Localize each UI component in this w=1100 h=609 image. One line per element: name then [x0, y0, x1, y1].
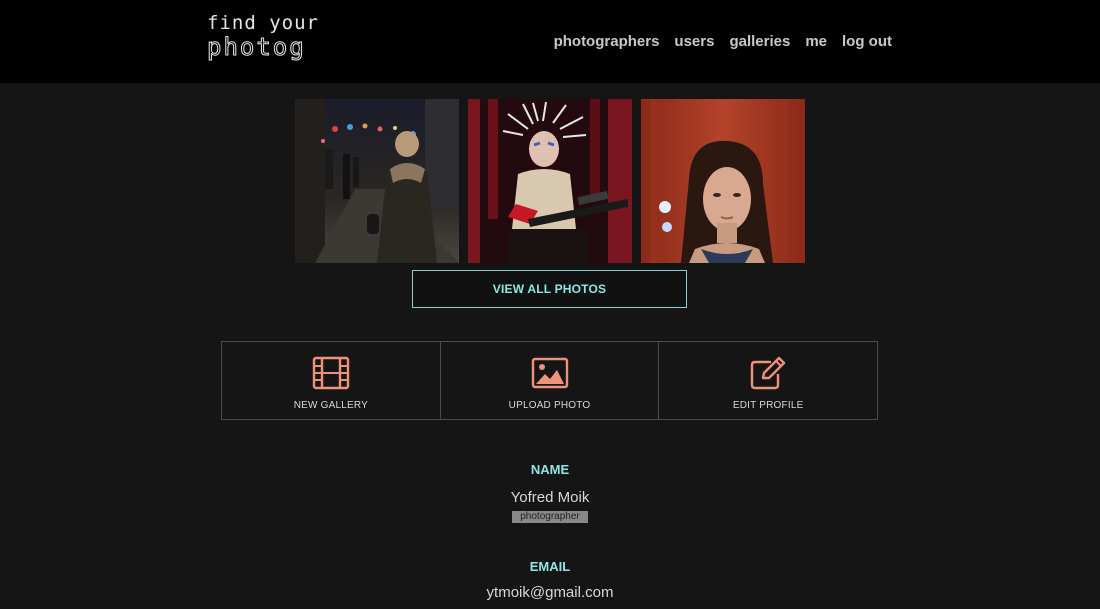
- role-badge: photographer: [512, 511, 588, 523]
- nav-galleries[interactable]: galleries: [729, 33, 790, 50]
- new-gallery-button[interactable]: NEW GALLERY: [222, 342, 441, 419]
- profile-name: Yofred Moik: [510, 489, 590, 506]
- photo-strip: [295, 99, 805, 263]
- edit-profile-button[interactable]: EDIT PROFILE: [659, 342, 877, 419]
- edit-profile-label: EDIT PROFILE: [732, 400, 804, 411]
- photo-thumbnail-portrait[interactable]: [641, 99, 805, 263]
- logo-line-1: find your: [207, 12, 319, 34]
- nav-users[interactable]: users: [674, 33, 714, 50]
- action-panel: NEW GALLERY UPLOAD PHOTO EDIT PROFILE: [221, 341, 878, 420]
- image-icon: [531, 357, 568, 389]
- nav-me[interactable]: me: [805, 33, 827, 50]
- nav-log-out[interactable]: log out: [842, 33, 892, 50]
- edit-icon: [750, 356, 786, 390]
- email-label: EMAIL: [529, 559, 571, 574]
- new-gallery-label: NEW GALLERY: [293, 400, 368, 411]
- nav-photographers[interactable]: photographers: [554, 33, 660, 50]
- photo-thumbnail-city-street[interactable]: [295, 99, 459, 263]
- photo-thumbnail-performer[interactable]: [468, 99, 632, 263]
- site-logo[interactable]: find your photog: [207, 12, 319, 61]
- logo-line-2: photog: [207, 33, 306, 61]
- profile-email: ytmoik@gmail.com: [486, 584, 614, 601]
- film-icon: [312, 356, 350, 390]
- name-label: NAME: [530, 462, 570, 477]
- upload-photo-label: UPLOAD PHOTO: [508, 400, 591, 411]
- top-navbar: find your photog photographers users gal…: [0, 0, 1100, 83]
- profile-name-section: NAME Yofred Moik photographer: [0, 462, 1100, 524]
- upload-photo-button[interactable]: UPLOAD PHOTO: [441, 342, 660, 419]
- view-all-photos-button[interactable]: VIEW ALL PHOTOS: [412, 270, 687, 308]
- main-nav: photographers users galleries me log out: [554, 33, 892, 50]
